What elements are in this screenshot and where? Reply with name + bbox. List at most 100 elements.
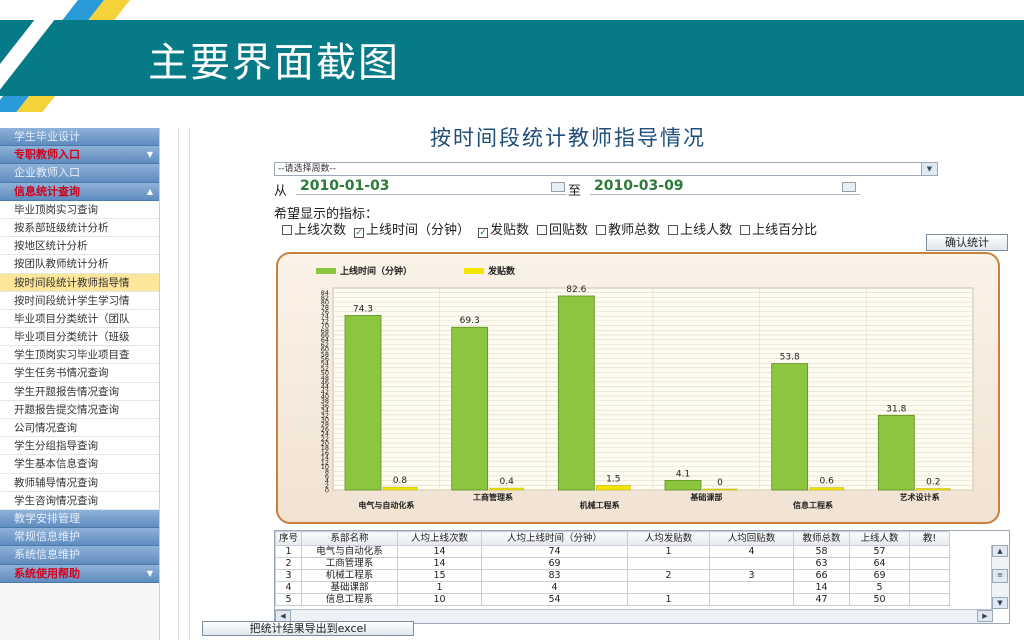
metric-checkbox[interactable]: ✓ 上线时间（分钟） — [354, 223, 470, 238]
unchecked-checkbox-icon[interactable] — [668, 225, 679, 235]
to-label: 至 — [568, 184, 582, 199]
sidebar-section[interactable]: 专职教师入口 ▼ — [0, 146, 159, 165]
metric-label: 上线时间（分钟） — [366, 223, 471, 238]
metric-checkbox[interactable]: 上线次数 — [282, 223, 346, 238]
sidebar-gutter — [160, 128, 190, 640]
table-cell: 14 — [397, 557, 482, 570]
metric-checkbox[interactable]: 上线人数 — [668, 223, 732, 238]
table-cell: 69 — [849, 569, 910, 582]
checked-checkbox-icon[interactable]: ✓ — [354, 228, 365, 238]
sidebar-item-label: 学生分组指导查询 — [14, 440, 98, 453]
sidebar-link[interactable]: 教师辅导情况查询 — [0, 473, 159, 492]
bar-posts — [596, 485, 631, 491]
sidebar-link[interactable]: 学生开题报告情况查询 — [0, 382, 159, 401]
stats-table: 序号 系部名称 人均上线次数 人均上线时间（分钟） 人均发贴数 人均回贴数 教师总数 上线人数… — [274, 530, 1010, 624]
sidebar-item-label: 信息统计查询 — [14, 184, 80, 198]
metric-label: 回贴数 — [549, 223, 589, 238]
sidebar-item-label: 按系部班级统计分析 — [14, 221, 109, 234]
bar-posts — [916, 488, 951, 491]
column-header[interactable]: 序号 — [275, 531, 302, 546]
sidebar-section[interactable]: 教学安排管理 — [0, 509, 159, 529]
sidebar-link[interactable]: 学生分组指导查询 — [0, 437, 159, 456]
scroll-down-icon[interactable]: ▼ — [992, 597, 1008, 609]
date-to-input[interactable]: 2010-03-09 — [590, 177, 860, 195]
sidebar-link[interactable]: 学生基本信息查询 — [0, 455, 159, 474]
sidebar-link[interactable]: 学生任务书情况查询 — [0, 364, 159, 383]
week-select[interactable]: --请选择周数-- ▼ — [274, 162, 938, 176]
vertical-scrollbar[interactable]: ▲ ≡ ▼ — [991, 545, 1009, 609]
table-cell — [627, 557, 710, 570]
table-row[interactable]: 2 工商管理系 14 69 63 64 — [275, 557, 950, 570]
sidebar-item-label: 常规信息维护 — [14, 530, 80, 544]
metric-checkbox[interactable]: ✓ 发贴数 — [478, 223, 529, 238]
metric-checkbox[interactable]: 教师总数 — [596, 223, 660, 238]
sidebar-link[interactable]: 开题报告提交情况查询 — [0, 400, 159, 419]
sidebar-link[interactable]: 公司情况查询 — [0, 419, 159, 438]
metric-checkbox[interactable]: 上线百分比 — [740, 223, 817, 238]
unchecked-checkbox-icon[interactable] — [282, 225, 292, 235]
sidebar-item-label: 教学安排管理 — [14, 511, 80, 525]
calendar-icon[interactable] — [551, 182, 565, 192]
sidebar-link[interactable]: 按系部班级统计分析 — [0, 218, 159, 238]
chart-panel: 0 2 4 6 8 10 12 14 16 18 20 22 24 26 28 30 32 34 36 38 40 42 4… — [276, 252, 1000, 524]
confirm-button[interactable]: 确认统计 — [926, 234, 1008, 251]
sidebar-link[interactable]: 学生顶岗实习毕业项目查 — [0, 346, 159, 365]
unchecked-checkbox-icon[interactable] — [537, 225, 548, 235]
calendar-icon[interactable] — [842, 182, 856, 192]
column-header[interactable]: 教师总数 — [793, 531, 850, 546]
table-row[interactable]: 3 机械工程系 15 83 2 3 66 69 — [275, 569, 950, 582]
column-header[interactable]: 人均发贴数 — [627, 531, 710, 546]
sidebar-section[interactable]: 学生毕业设计 — [0, 128, 159, 147]
metric-label: 上线人数 — [680, 223, 733, 238]
table-cell: 1 — [397, 581, 482, 594]
sidebar-link[interactable]: 按地区统计分析 — [0, 237, 159, 256]
unchecked-checkbox-icon[interactable] — [740, 225, 751, 235]
unchecked-checkbox-icon[interactable] — [596, 225, 607, 235]
table-cell: 基础课部 — [301, 581, 398, 594]
sidebar-item-label: 系统信息维护 — [14, 548, 80, 562]
bar-online-minutes — [877, 414, 915, 491]
sidebar-link[interactable]: 毕业项目分类统计（团队 — [0, 309, 159, 329]
sidebar-link[interactable]: 毕业顶岗实习查询 — [0, 200, 159, 219]
metric-label: 教师总数 — [608, 223, 661, 238]
column-header[interactable]: 人均上线次数 — [397, 531, 482, 546]
sidebar-section[interactable]: 企业教师入口 — [0, 164, 159, 183]
sidebar-link[interactable]: 按时间段统计教师指导情 — [0, 273, 159, 292]
sidebar-item-label: 公司情况查询 — [14, 422, 77, 434]
sidebar-section[interactable]: 系统使用帮助 ▼ — [0, 564, 159, 583]
table-cell: 5 — [849, 581, 910, 594]
column-header[interactable]: 教! — [909, 531, 950, 546]
table-row[interactable]: 1 电气与自动化系 14 74 1 4 58 57 — [275, 545, 950, 558]
table-row[interactable]: 4 基础课部 1 4 14 5 — [275, 581, 950, 594]
slide-header: 主要界面截图 — [0, 0, 1024, 112]
date-from-input[interactable]: 2010-01-03 — [296, 177, 566, 195]
metric-checkbox[interactable]: 回贴数 — [537, 223, 588, 238]
sidebar-link[interactable]: 按时间段统计学生学习情 — [0, 291, 159, 310]
table-cell: 4 — [481, 581, 628, 594]
bar-posts — [489, 487, 524, 491]
sidebar-link[interactable]: 按团队教师统计分析 — [0, 255, 159, 274]
column-header[interactable]: 人均回贴数 — [709, 531, 794, 546]
export-excel-button[interactable]: 把统计结果导出到excel — [202, 621, 414, 636]
sidebar-section[interactable]: 系统信息维护 — [0, 546, 159, 565]
chevron-down-icon[interactable]: ▼ — [921, 163, 937, 175]
scroll-thumb[interactable]: ≡ — [992, 569, 1008, 583]
sidebar-section[interactable]: 信息统计查询 ▲ — [0, 182, 159, 201]
sidebar-section[interactable]: 常规信息维护 — [0, 528, 159, 547]
scroll-right-icon[interactable]: ▶ — [977, 610, 993, 622]
table-cell: 1 — [627, 593, 710, 606]
sidebar-link[interactable]: 毕业项目分类统计（班级 — [0, 328, 159, 347]
checked-checkbox-icon[interactable]: ✓ — [478, 228, 489, 238]
table-row[interactable]: 5 信息工程系 10 54 1 47 50 — [275, 593, 950, 606]
sidebar-link[interactable]: 学生咨询情况查询 — [0, 491, 159, 510]
table-cell: 1 — [275, 545, 302, 558]
column-header[interactable]: 系部名称 — [301, 531, 398, 546]
data-label: 0.6 — [820, 477, 835, 487]
x-tick-label: 艺术设计系 — [900, 492, 940, 502]
column-header[interactable]: 上线人数 — [849, 531, 910, 546]
data-label: 0.4 — [500, 477, 515, 487]
scroll-up-icon[interactable]: ▲ — [992, 545, 1008, 557]
data-label: 31.8 — [886, 404, 906, 414]
column-header[interactable]: 人均上线时间（分钟） — [481, 531, 628, 546]
table-cell: 64 — [849, 557, 910, 570]
